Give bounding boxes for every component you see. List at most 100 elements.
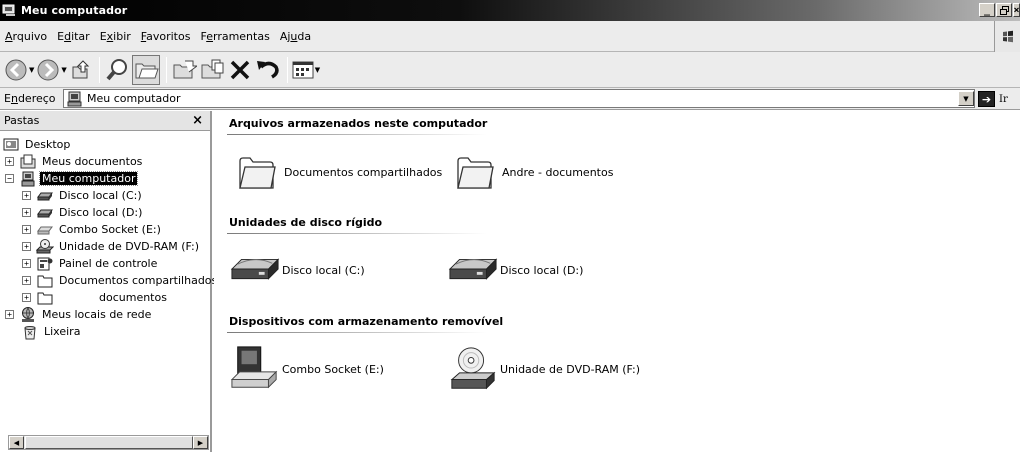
minimize-button[interactable]: _ xyxy=(979,3,995,17)
tree-item[interactable]: + Meus documentos xyxy=(0,153,210,170)
copy-to-icon xyxy=(201,59,224,78)
chevron-down-icon: ▼ xyxy=(314,65,321,74)
item-label: Unidade de DVD-RAM (F:) xyxy=(500,362,641,376)
item-label: Disco local (D:) xyxy=(500,263,584,277)
copy-to-button[interactable] xyxy=(199,55,225,85)
my-computer-icon xyxy=(19,171,37,187)
menu-favoritos[interactable]: Favoritos xyxy=(136,21,196,52)
removable-drive-icon xyxy=(36,222,54,238)
item-andre-documents[interactable]: Andre - documentos xyxy=(450,150,613,194)
item-local-disk-d[interactable]: Disco local (D:) xyxy=(448,248,583,292)
scroll-right-button[interactable]: ▶ xyxy=(193,436,208,449)
close-button[interactable]: × xyxy=(1013,3,1020,17)
folder-icon xyxy=(232,150,282,194)
arrow-left-icon: ◀ xyxy=(13,438,20,447)
item-shared-documents[interactable]: Documentos compartilhados xyxy=(232,150,442,194)
tree-item[interactable]: Lixeira xyxy=(0,323,210,340)
tree-item-label: Meu computador xyxy=(38,171,139,186)
restore-icon xyxy=(999,5,1009,15)
folder-icon xyxy=(450,150,500,194)
collapse-icon[interactable]: − xyxy=(5,174,14,183)
expand-icon[interactable]: + xyxy=(22,191,31,200)
tree-item[interactable]: + Disco local (C:) xyxy=(0,187,210,204)
expand-icon[interactable]: + xyxy=(22,225,31,234)
up-button[interactable] xyxy=(69,55,93,85)
delete-button[interactable] xyxy=(227,55,253,85)
menu-arquivo[interactable]: Arquivo xyxy=(0,21,52,52)
expand-icon[interactable]: + xyxy=(22,259,31,268)
address-bar: Endereço Meu computador ▼ ➔ Ir xyxy=(0,88,1020,110)
desktop-icon xyxy=(2,137,20,153)
tree-item-label: Meus documentos xyxy=(42,155,143,168)
menu-editar[interactable]: Editar xyxy=(52,21,95,52)
toolbar-separator xyxy=(286,56,288,83)
group-divider xyxy=(227,134,487,135)
tree-item-label: Disco local (C:) xyxy=(59,189,142,202)
item-combo-socket-e[interactable]: Combo Socket (E:) xyxy=(230,344,384,394)
tree-item-label: Painel de controle xyxy=(59,257,158,270)
undo-icon xyxy=(256,60,279,79)
maximize-button[interactable] xyxy=(996,3,1012,17)
go-label: Ir xyxy=(999,93,1008,105)
expand-icon[interactable]: + xyxy=(22,293,31,302)
folders-pane: Pastas × Desktop + Meus documentos − Meu com… xyxy=(0,111,217,452)
toolbar-separator xyxy=(98,56,100,83)
move-to-icon xyxy=(173,60,197,78)
item-dvd-ram-f[interactable]: Unidade de DVD-RAM (F:) xyxy=(448,344,640,394)
tree-item[interactable]: + Painel de controle xyxy=(0,255,210,272)
views-button[interactable]: ▼ xyxy=(292,55,320,85)
tree-item[interactable]: − Meu computador xyxy=(0,170,210,187)
control-panel-icon xyxy=(36,256,54,272)
expand-icon[interactable]: + xyxy=(5,157,14,166)
folders-button[interactable] xyxy=(131,54,160,85)
search-button[interactable] xyxy=(104,55,130,85)
windows-logo-icon xyxy=(994,21,1020,52)
tree-item-label: Disco local (D:) xyxy=(59,206,143,219)
toolbar-separator xyxy=(165,56,167,83)
expand-icon[interactable]: + xyxy=(22,276,31,285)
tree-item[interactable]: Desktop xyxy=(0,136,210,153)
back-button[interactable]: ▼ xyxy=(4,55,34,85)
item-local-disk-c[interactable]: Disco local (C:) xyxy=(230,248,365,292)
tree-item[interactable]: + Combo Socket (E:) xyxy=(0,221,210,238)
move-to-button[interactable] xyxy=(171,55,197,85)
tree-item[interactable]: + Documentos compartilhados xyxy=(0,272,217,289)
tree-item-label: Lixeira xyxy=(44,325,81,338)
address-input[interactable]: Meu computador ▼ xyxy=(63,89,975,108)
content-pane: Arquivos armazenados neste computador Do… xyxy=(214,111,1020,452)
shared-folder-icon xyxy=(36,273,54,289)
item-label: Documentos compartilhados xyxy=(284,165,443,179)
menu-ajuda[interactable]: Ajuda xyxy=(275,21,316,52)
expand-icon[interactable]: + xyxy=(22,208,31,217)
address-label: Endereço xyxy=(4,92,56,105)
folders-pane-close-button[interactable]: × xyxy=(192,113,203,128)
expand-icon[interactable]: + xyxy=(5,310,14,319)
expand-icon[interactable]: + xyxy=(22,242,31,251)
back-arrow-icon xyxy=(5,59,27,80)
forward-button[interactable]: ▼ xyxy=(36,55,67,85)
tree-item-label: Meus locais de rede xyxy=(42,308,152,321)
standard-toolbar: ▼ ▼ ▼ xyxy=(0,52,1020,88)
scroll-left-button[interactable]: ◀ xyxy=(9,436,24,449)
views-icon xyxy=(292,61,314,78)
tree-item[interactable]: + Unidade de DVD-RAM (F:) xyxy=(0,238,210,255)
tree-item-label: Documentos compartilhados xyxy=(59,274,218,287)
item-label: Combo Socket (E:) xyxy=(282,362,384,376)
folder-icon xyxy=(36,290,54,306)
menu-ferramentas[interactable]: Ferramentas xyxy=(195,21,274,52)
folder-up-icon xyxy=(72,59,89,78)
tree-item[interactable]: + Disco local (D:) xyxy=(0,204,210,221)
folders-pane-header: Pastas × xyxy=(0,111,210,131)
group-divider xyxy=(227,233,487,234)
network-places-icon xyxy=(19,306,37,323)
undo-button[interactable] xyxy=(255,55,281,85)
address-dropdown-button[interactable]: ▼ xyxy=(958,91,974,106)
horizontal-scrollbar[interactable]: ◀ ▶ xyxy=(8,435,209,450)
tree-item[interactable]: + Meus locais de rede xyxy=(0,306,210,323)
item-label: Andre - documentos xyxy=(502,165,614,179)
hard-disk-icon xyxy=(36,188,54,204)
scroll-thumb[interactable] xyxy=(25,436,193,449)
menu-exibir[interactable]: Exibir xyxy=(95,21,136,52)
go-button[interactable]: ➔ Ir xyxy=(978,90,1008,108)
tree-item[interactable]: + documentos xyxy=(0,289,210,306)
